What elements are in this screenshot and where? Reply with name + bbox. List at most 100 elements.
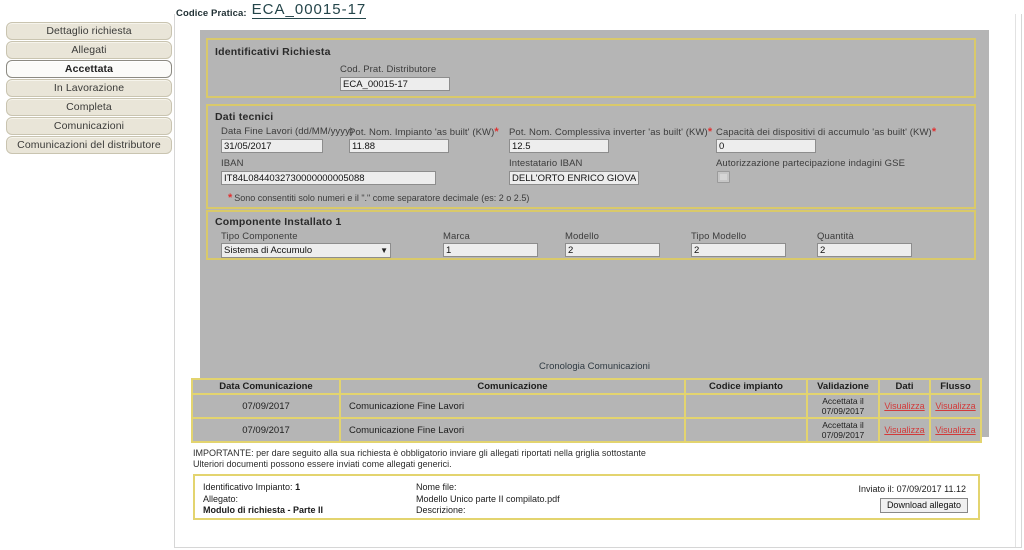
attachment-allegato-label: Allegato:: [203, 493, 239, 504]
select-tipo-componente-value: Sistema di Accumulo: [224, 245, 313, 256]
link-visualizza-flusso[interactable]: Visualizza: [935, 401, 975, 411]
input-iban[interactable]: [221, 171, 436, 185]
label-capacita-accumulo: Capacità dei dispositivi di accumulo 'as…: [716, 126, 936, 138]
input-capacita-accumulo[interactable]: [716, 139, 816, 153]
input-cod-prat-distributore[interactable]: [340, 77, 450, 91]
input-marca[interactable]: [443, 243, 538, 257]
attachment-description-label: Descrizione:: [416, 505, 466, 515]
cell-flusso: Visualizza: [929, 393, 982, 419]
input-intestatario-iban[interactable]: [509, 171, 639, 185]
required-asterisk: *: [707, 126, 713, 138]
attachment-allegato-value: Modulo di richiesta - Parte II: [203, 505, 324, 515]
label-tipo-componente: Tipo Componente: [221, 231, 298, 242]
table-row: 07/09/2017 Comunicazione Fine Lavori Acc…: [191, 417, 982, 443]
input-pot-nom-impianto[interactable]: [349, 139, 449, 153]
attachment-row: Identificativo Impianto: 1 Allegato: Mod…: [193, 474, 980, 520]
sidebar-item-dettaglio-richiesta[interactable]: Dettaglio richiesta: [6, 22, 172, 40]
cell-validazione: Accettata il 07/09/2017: [806, 417, 880, 443]
sidebar-item-comunicazioni-distributore[interactable]: Comunicazioni del distributore: [6, 136, 172, 154]
col-dati: Dati: [878, 378, 931, 395]
sidebar-item-label: Allegati: [71, 44, 107, 56]
cell-dati: Visualizza: [878, 417, 931, 443]
table-row: 07/09/2017 Comunicazione Fine Lavori Acc…: [191, 393, 982, 419]
label-quantita: Quantità: [817, 231, 854, 242]
vertical-scrollbar[interactable]: [1015, 14, 1021, 547]
cronologia-table: Data Comunicazione Comunicazione Codice …: [191, 378, 982, 443]
sidebar-item-comunicazioni[interactable]: Comunicazioni: [6, 117, 172, 135]
group-componente-installato: Componente Installato 1 Tipo Componente …: [206, 210, 976, 260]
select-tipo-componente-face: Sistema di Accumulo ▼: [221, 243, 391, 258]
required-asterisk: *: [228, 192, 233, 204]
group-identificativi-richiesta: Identificativi Richiesta Cod. Prat. Dist…: [206, 38, 976, 98]
attachment-sent-label: Inviato il:: [858, 484, 895, 494]
input-data-fine-lavori[interactable]: [221, 139, 323, 153]
link-visualizza-dati[interactable]: Visualizza: [884, 401, 924, 411]
table-header-row: Data Comunicazione Comunicazione Codice …: [191, 378, 982, 395]
attachment-filename-value: Modello Unico parte II compilato.pdf: [416, 493, 560, 504]
hint-text: Sono consentiti solo numeri e il "." com…: [234, 193, 530, 203]
label-pot-nom-impianto-text: Pot. Nom. Impianto 'as built' (KW): [349, 127, 495, 138]
col-comunicazione: Comunicazione: [339, 378, 686, 395]
attachment-sent-value: 07/09/2017 11.12: [896, 484, 966, 494]
sidebar-item-allegati[interactable]: Allegati: [6, 41, 172, 59]
label-capacita-accumulo-text: Capacità dei dispositivi di accumulo 'as…: [716, 127, 932, 138]
attachment-id-label: Identificativo Impianto:: [203, 482, 293, 492]
label-modello: Modello: [565, 231, 599, 242]
checkbox-autorizzazione-gse[interactable]: [717, 171, 730, 183]
attachment-filename-label: Nome file:: [416, 482, 457, 492]
cell-codice-impianto: [684, 393, 808, 419]
group-title-componente: Componente Installato 1: [215, 216, 342, 228]
col-flusso: Flusso: [929, 378, 982, 395]
attachment-id-line: Identificativo Impianto: 1: [203, 482, 323, 494]
group-title-identificativi: Identificativi Richiesta: [215, 46, 331, 58]
label-autorizzazione-gse: Autorizzazione partecipazione indagini G…: [716, 158, 906, 169]
col-codice-impianto: Codice impianto: [684, 378, 808, 395]
input-modello[interactable]: [565, 243, 660, 257]
sidebar-nav: Dettaglio richiesta Allegati Accettata I…: [6, 22, 172, 155]
input-tipo-modello[interactable]: [691, 243, 786, 257]
sidebar-item-label: In Lavorazione: [53, 82, 125, 94]
sidebar-item-label: Dettaglio richiesta: [46, 25, 132, 37]
sidebar-item-label: Comunicazioni: [53, 120, 125, 132]
group-title-dati-tecnici: Dati tecnici: [215, 111, 274, 123]
label-pot-nom-inverter-text: Pot. Nom. Complessiva inverter 'as built…: [509, 127, 708, 138]
required-asterisk: *: [931, 126, 937, 138]
important-note-line2: Ulteriori documenti possono essere invia…: [193, 459, 452, 469]
cell-comunicazione: Comunicazione Fine Lavori: [339, 417, 686, 443]
required-asterisk: *: [494, 126, 499, 138]
label-intestatario-iban: Intestatario IBAN: [509, 158, 583, 169]
cronologia-caption: Cronologia Comunicazioni: [539, 361, 650, 372]
chevron-down-icon: ▼: [380, 245, 388, 255]
page-title: Codice Pratica: ECA_00015-17: [176, 2, 367, 19]
link-visualizza-flusso[interactable]: Visualizza: [935, 425, 975, 435]
col-validazione: Validazione: [806, 378, 880, 395]
select-tipo-componente[interactable]: Sistema di Accumulo ▼: [221, 243, 391, 258]
label-pot-nom-inverter: Pot. Nom. Complessiva inverter 'as built…: [509, 126, 712, 138]
input-quantita[interactable]: [817, 243, 912, 257]
form-panel: Identificativi Richiesta Cod. Prat. Dist…: [200, 30, 989, 437]
sidebar-item-accettata[interactable]: Accettata: [6, 60, 172, 78]
page-title-label: Codice Pratica:: [176, 8, 247, 19]
attachment-id-value: 1: [295, 482, 301, 492]
download-allegato-button[interactable]: Download allegato: [879, 498, 968, 513]
label-cod-prat-distributore: Cod. Prat. Distributore: [340, 64, 437, 75]
cell-flusso: Visualizza: [929, 417, 982, 443]
sidebar-item-in-lavorazione[interactable]: In Lavorazione: [6, 79, 172, 97]
sidebar-item-label: Accettata: [64, 63, 114, 75]
cell-dati: Visualizza: [878, 393, 931, 419]
hint-decimal-separator: * Sono consentiti solo numeri e il "." co…: [228, 192, 529, 204]
cell-data: 07/09/2017: [191, 393, 341, 419]
sidebar-item-label: Completa: [66, 101, 112, 113]
link-visualizza-dati[interactable]: Visualizza: [884, 425, 924, 435]
sidebar-item-completa[interactable]: Completa: [6, 98, 172, 116]
cell-codice-impianto: [684, 417, 808, 443]
app-root: Dettaglio richiesta Allegati Accettata I…: [0, 0, 1024, 550]
cell-data: 07/09/2017: [191, 417, 341, 443]
sidebar-item-label: Comunicazioni del distributore: [17, 139, 161, 151]
group-dati-tecnici: Dati tecnici Data Fine Lavori (dd/MM/yyy…: [206, 104, 976, 209]
label-data-fine-lavori: Data Fine Lavori (dd/MM/yyyy): [221, 126, 354, 137]
input-pot-nom-inverter[interactable]: [509, 139, 609, 153]
label-pot-nom-impianto: Pot. Nom. Impianto 'as built' (KW)*: [349, 126, 499, 138]
col-data-comunicazione: Data Comunicazione: [191, 378, 341, 395]
label-tipo-modello: Tipo Modello: [691, 231, 747, 242]
